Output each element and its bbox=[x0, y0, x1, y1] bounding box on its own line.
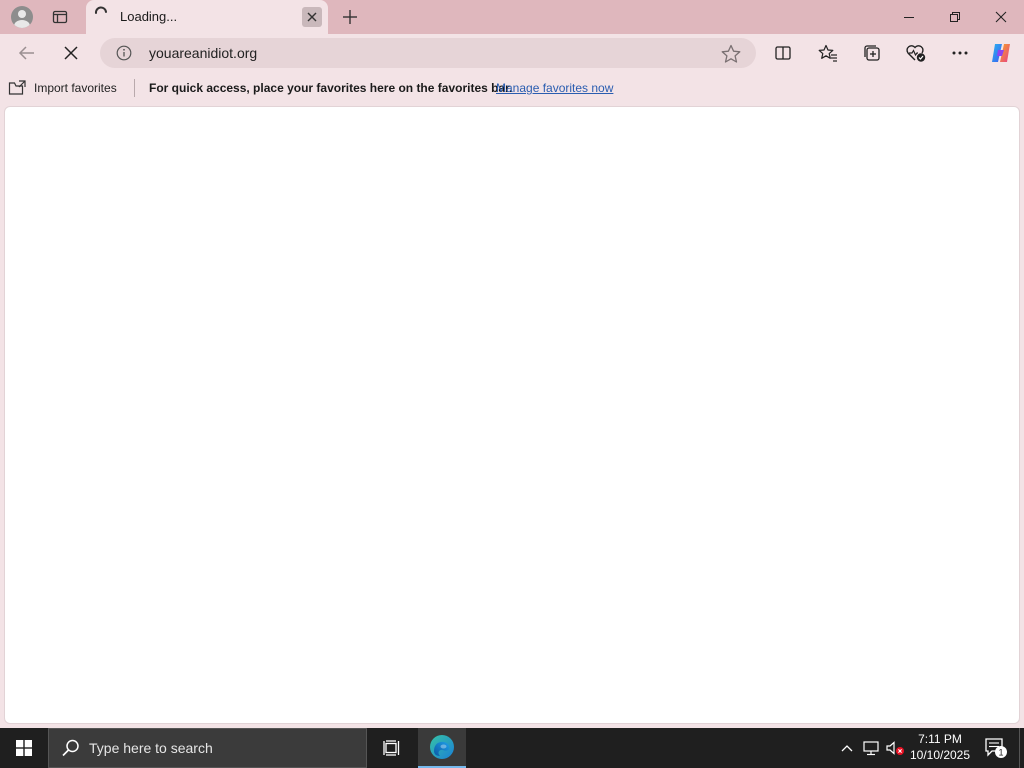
volume-button[interactable] bbox=[884, 728, 906, 768]
favorites-button[interactable] bbox=[813, 38, 843, 68]
favorites-bar: Import favorites For quick access, place… bbox=[0, 72, 1024, 104]
tab-title: Loading... bbox=[120, 9, 178, 24]
restore-button[interactable] bbox=[932, 2, 978, 32]
system-clock[interactable]: 7:11 PM 10/10/2025 bbox=[904, 731, 976, 765]
close-icon bbox=[995, 11, 1007, 23]
search-placeholder: Type here to search bbox=[89, 740, 213, 756]
windows-logo-icon bbox=[16, 740, 32, 756]
start-button[interactable] bbox=[0, 728, 48, 768]
show-hidden-icons-button[interactable] bbox=[836, 728, 858, 768]
performance-icon bbox=[906, 45, 926, 62]
page-content-area[interactable] bbox=[4, 106, 1020, 724]
performance-button[interactable] bbox=[901, 38, 931, 68]
back-button[interactable] bbox=[12, 38, 42, 68]
manage-favorites-link[interactable]: Manage favorites now bbox=[496, 81, 613, 95]
taskbar: Type here to search 7:11 PM 10/10/2025 1 bbox=[0, 728, 1024, 768]
profile-icon bbox=[11, 6, 33, 28]
notification-count: 1 bbox=[998, 748, 1003, 758]
taskbar-edge-button[interactable] bbox=[418, 728, 466, 768]
copilot-icon bbox=[992, 44, 1010, 62]
plus-icon bbox=[343, 10, 357, 24]
stop-icon bbox=[64, 46, 78, 60]
new-tab-button[interactable] bbox=[336, 3, 364, 31]
edge-icon bbox=[430, 735, 454, 759]
more-icon bbox=[952, 51, 968, 55]
tab-actions-button[interactable] bbox=[46, 3, 74, 31]
title-bar: Loading... bbox=[0, 0, 1024, 34]
more-options-button[interactable] bbox=[945, 38, 975, 68]
network-button[interactable] bbox=[860, 728, 882, 768]
restore-icon bbox=[950, 12, 960, 22]
split-screen-button[interactable] bbox=[768, 38, 798, 68]
task-view-button[interactable] bbox=[368, 728, 416, 768]
favorites-bar-message: For quick access, place your favorites h… bbox=[149, 81, 513, 95]
split-screen-icon bbox=[775, 46, 791, 60]
browser-tab[interactable]: Loading... bbox=[86, 0, 328, 34]
favorites-divider bbox=[134, 79, 135, 97]
clock-time: 7:11 PM bbox=[918, 732, 962, 746]
tab-actions-icon bbox=[52, 10, 68, 24]
copilot-button[interactable] bbox=[986, 38, 1016, 68]
collections-button[interactable] bbox=[857, 38, 887, 68]
collections-icon bbox=[864, 45, 880, 61]
loading-spinner-icon bbox=[95, 6, 107, 14]
close-icon bbox=[307, 12, 317, 22]
taskbar-search-box[interactable]: Type here to search bbox=[48, 728, 367, 768]
url-input[interactable] bbox=[149, 45, 689, 61]
notification-icon: 1 bbox=[985, 738, 1007, 758]
chevron-up-icon bbox=[841, 745, 853, 752]
volume-muted-icon bbox=[886, 741, 904, 755]
import-favorites-button[interactable]: Import favorites bbox=[8, 77, 117, 99]
minimize-button[interactable] bbox=[886, 2, 932, 32]
show-desktop-button[interactable] bbox=[1019, 728, 1024, 768]
close-window-button[interactable] bbox=[978, 2, 1024, 32]
network-icon bbox=[863, 741, 879, 756]
task-view-icon bbox=[383, 740, 400, 756]
navigation-bar bbox=[0, 34, 1024, 72]
import-favorites-label: Import favorites bbox=[34, 81, 117, 95]
profile-button[interactable] bbox=[6, 3, 38, 31]
action-center-button[interactable]: 1 bbox=[980, 728, 1012, 768]
star-icon[interactable] bbox=[720, 43, 742, 65]
info-icon[interactable] bbox=[116, 45, 132, 61]
close-tab-button[interactable] bbox=[302, 7, 322, 27]
favorites-icon bbox=[818, 44, 837, 62]
clock-date: 10/10/2025 bbox=[909, 748, 971, 762]
back-arrow-icon bbox=[18, 46, 34, 60]
search-icon bbox=[62, 739, 79, 757]
address-bar[interactable] bbox=[100, 38, 756, 68]
stop-loading-button[interactable] bbox=[56, 38, 86, 68]
import-favorites-icon bbox=[8, 80, 26, 95]
minimize-icon bbox=[904, 17, 914, 18]
